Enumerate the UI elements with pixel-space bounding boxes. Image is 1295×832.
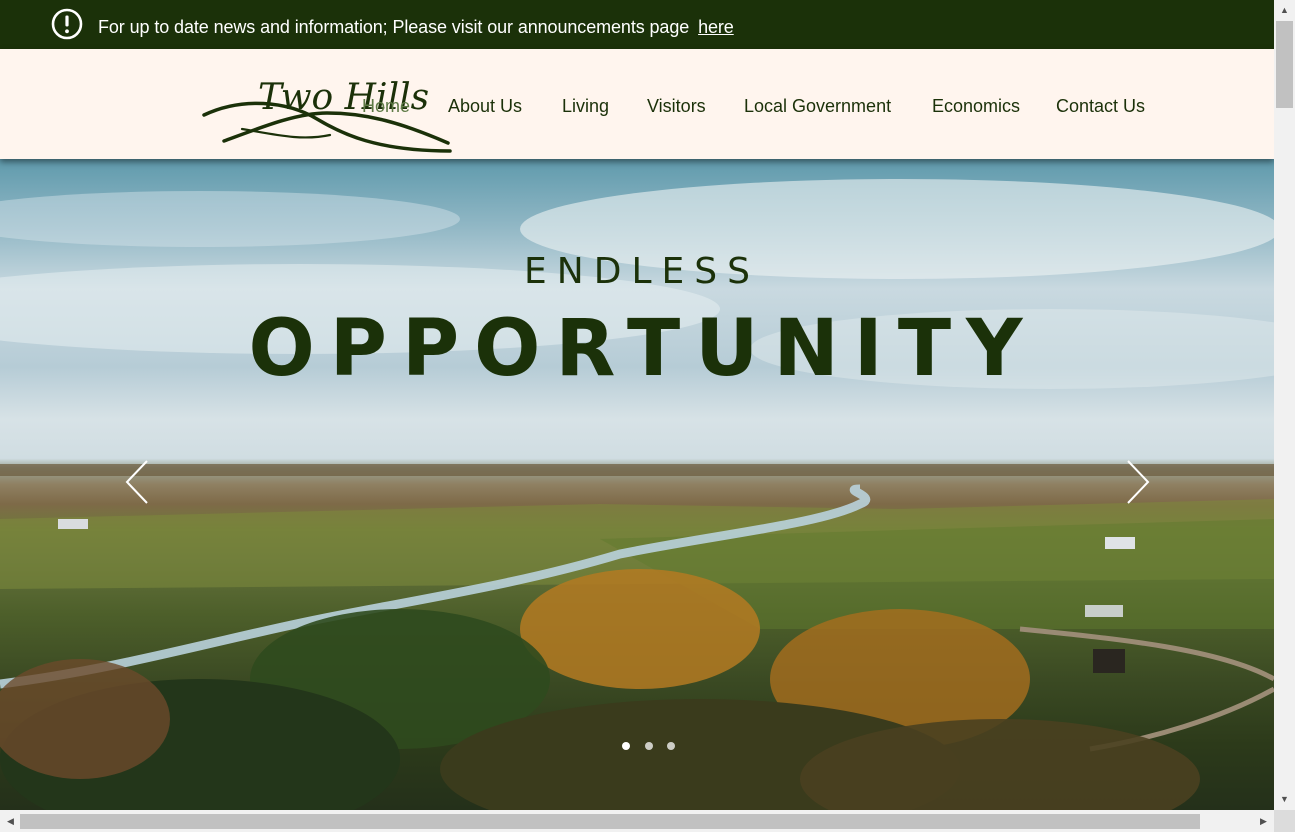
scrollbar-corner (1274, 810, 1295, 832)
nav-item-about-us[interactable]: About Us (448, 95, 522, 117)
scroll-right-icon[interactable]: ▶ (1255, 813, 1272, 830)
nav-item-visitors[interactable]: Visitors (647, 95, 706, 117)
slide-dot-2[interactable] (645, 742, 653, 750)
main-nav: Home About Us Living Visitors Local Gove… (0, 49, 1274, 159)
vertical-scrollbar[interactable]: ▲ ▼ (1274, 0, 1295, 810)
nav-item-local-government[interactable]: Local Government (744, 95, 891, 117)
hero-headline-small: ENDLESS (524, 251, 760, 292)
announcement-text: For up to date news and information; Ple… (98, 17, 690, 37)
scroll-down-icon[interactable]: ▼ (1274, 791, 1295, 808)
announcement-link[interactable]: here (698, 17, 734, 37)
announcement-bar: For up to date news and information; Ple… (0, 0, 1274, 49)
chevron-right-icon[interactable] (1125, 459, 1151, 505)
nav-item-living[interactable]: Living (562, 95, 609, 117)
announcement-text-wrap: For up to date news and information; Ple… (98, 16, 734, 38)
nav-item-contact-us[interactable]: Contact Us (1056, 95, 1145, 117)
slide-dot-1[interactable] (622, 742, 630, 750)
hero-slideshow: ENDLESS OPPORTUNITY (0, 159, 1274, 810)
scroll-left-icon[interactable]: ◀ (2, 813, 19, 830)
horizontal-scroll-thumb[interactable] (20, 814, 1200, 829)
vertical-scroll-thumb[interactable] (1276, 21, 1293, 108)
chevron-left-icon[interactable] (124, 459, 150, 505)
hero-headline-big: OPPORTUNITY (248, 304, 1038, 394)
exclamation-circle-icon (51, 8, 83, 40)
site-header: Two Hills Home About Us Living Visitors … (0, 49, 1274, 159)
horizontal-scrollbar[interactable]: ◀ ▶ (0, 810, 1274, 832)
nav-item-home[interactable]: Home (362, 95, 410, 117)
nav-item-economics[interactable]: Economics (932, 95, 1020, 117)
slide-dot-3[interactable] (667, 742, 675, 750)
browser-viewport: For up to date news and information; Ple… (0, 0, 1274, 810)
scroll-up-icon[interactable]: ▲ (1274, 2, 1295, 19)
